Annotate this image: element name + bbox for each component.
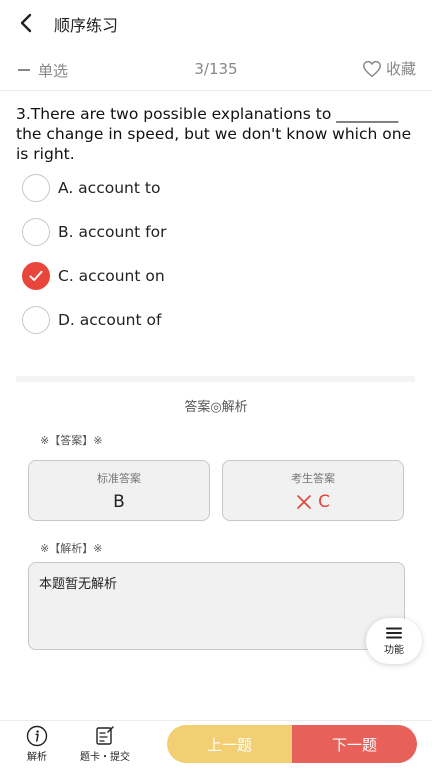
radio-button-checked[interactable] — [22, 262, 50, 290]
answer-card-submit-tab[interactable]: 题卡・提交 — [80, 725, 130, 763]
section-divider — [16, 376, 415, 382]
heart-outline-icon — [363, 60, 381, 77]
standard-answer-caption: 标准答案 — [97, 472, 141, 485]
standard-answer-value: B — [113, 492, 125, 512]
previous-question-button[interactable]: 上一题 — [167, 725, 292, 763]
function-button[interactable]: 功能 — [366, 618, 422, 664]
function-label: 功能 — [384, 644, 404, 656]
analysis-tab[interactable]: 解析 — [26, 725, 48, 763]
analysis-tab-label: 解析 — [27, 752, 47, 763]
analysis-section-title: 答案◎解析 — [184, 400, 248, 415]
back-button[interactable] — [14, 11, 38, 35]
option-c[interactable]: C. account on — [22, 261, 322, 291]
top-bar: 顺序练习 — [0, 0, 432, 46]
radio-button[interactable] — [22, 218, 50, 246]
edit-sheet-icon — [96, 726, 114, 745]
chevron-left-icon — [20, 13, 32, 33]
option-b[interactable]: B. account for — [22, 217, 322, 247]
analysis-content: 本题暂无解析 — [28, 562, 405, 650]
option-label: A. account to — [58, 179, 161, 197]
menu-icon — [386, 627, 402, 638]
radio-button[interactable] — [22, 174, 50, 202]
option-d[interactable]: D. account of — [22, 305, 322, 335]
checkmark-icon — [29, 270, 43, 281]
favorite-label: 收藏 — [385, 60, 416, 78]
page-title: 顺序练习 — [54, 16, 119, 35]
answer-label: ※【答案】※ — [40, 434, 103, 447]
analysis-label: ※【解析】※ — [40, 542, 103, 555]
cross-icon — [297, 495, 311, 509]
info-icon — [26, 725, 48, 747]
standard-answer-card: 标准答案 B — [28, 460, 210, 521]
option-a[interactable]: A. account to — [22, 173, 322, 203]
user-answer-value: C — [318, 492, 330, 512]
next-question-button[interactable]: 下一题 — [292, 725, 417, 763]
option-label: D. account of — [58, 311, 162, 329]
divider — [0, 90, 432, 91]
option-label: C. account on — [58, 267, 165, 285]
option-label: B. account for — [58, 223, 167, 241]
radio-button[interactable] — [22, 306, 50, 334]
question-text: 3.There are two possible explanations to… — [16, 105, 412, 163]
user-answer-row: C — [223, 492, 403, 512]
question-info-bar: 单选 3/135 收藏 — [0, 54, 432, 88]
user-answer-caption: 考生答案 — [291, 472, 335, 485]
user-answer-card: 考生答案 C — [222, 460, 404, 521]
answer-card-submit-label: 题卡・提交 — [80, 752, 130, 763]
favorite-button[interactable]: 收藏 — [362, 58, 416, 79]
